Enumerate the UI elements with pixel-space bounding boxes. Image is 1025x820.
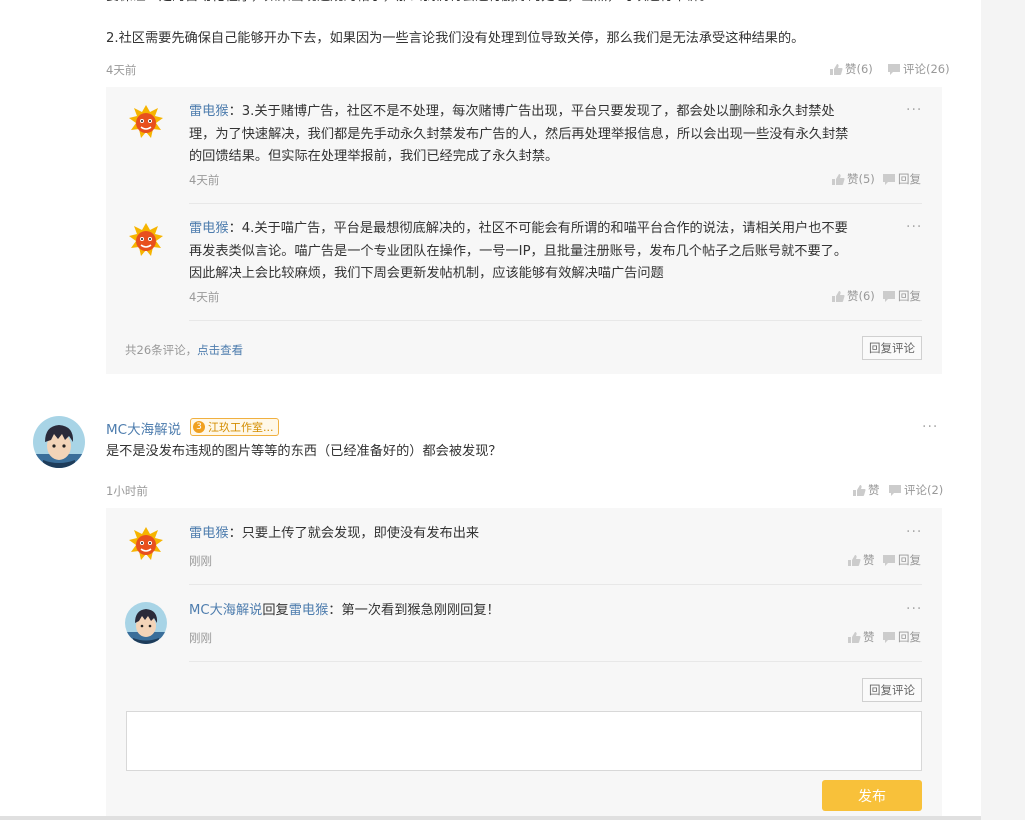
reply-like-button[interactable]: 赞(6) xyxy=(831,288,875,304)
reply-time: 4天前 xyxy=(189,290,220,304)
more-options-icon[interactable]: ··· xyxy=(922,420,938,434)
monkey-avatar-icon xyxy=(125,524,167,566)
comment-like-button[interactable]: 赞 xyxy=(852,482,880,498)
page: 要保证一定的自动化程序，如果出现违规的帖子，那么我们将会进行删除的处理，当然，可… xyxy=(0,0,981,820)
comment-text: 是不是没发布违规的图片等等的东西（已经准备好的）都会被发现？ xyxy=(106,444,502,459)
user-avatar-icon xyxy=(33,416,85,468)
post-like-button[interactable]: 赞(6) xyxy=(829,61,873,77)
post-comment-count: 评论(26) xyxy=(903,62,950,76)
reply-time: 刚刚 xyxy=(189,554,212,568)
comment-icon xyxy=(889,484,901,496)
view-all-link[interactable]: 点击查看 xyxy=(197,343,243,357)
comment-icon xyxy=(888,63,900,75)
comment-icon xyxy=(883,290,895,302)
reply-author-link[interactable]: MC大海解说 xyxy=(189,603,262,618)
reply-author-link[interactable]: 雷电猴 xyxy=(189,526,229,541)
reply-like-button[interactable]: 赞(5) xyxy=(831,171,875,187)
comment-time: 1小时前 xyxy=(106,484,148,498)
reply-like-button[interactable]: 赞 xyxy=(847,629,875,645)
reply-thread xyxy=(106,508,942,820)
thumb-up-icon xyxy=(830,63,843,75)
post-cut-line: 要保证一定的自动化程序，如果出现违规的帖子，那么我们将会进行删除的处理，当然，可… xyxy=(106,0,713,9)
reply-reply-button[interactable]: 回复 xyxy=(882,171,921,187)
comment-icon xyxy=(883,631,895,643)
right-margin xyxy=(981,0,1025,820)
post-comment-button[interactable]: 评论(26) xyxy=(887,61,950,77)
divider xyxy=(189,203,922,204)
comment-author[interactable]: MC大海解说 xyxy=(106,418,181,438)
badge-level: 3 xyxy=(193,421,205,433)
user-avatar-icon xyxy=(125,602,167,644)
post-time: 4天前 xyxy=(106,63,137,77)
reply-text: 雷电猴：4.关于喵广告，平台是最想彻底解决的，社区不可能会有所谓的和喵平台合作的… xyxy=(189,221,848,281)
divider xyxy=(189,661,922,662)
monkey-avatar-icon xyxy=(125,220,167,262)
comment-comment-button[interactable]: 评论(2) xyxy=(888,482,943,498)
thumb-up-icon xyxy=(853,484,866,496)
publish-button[interactable]: 发布 xyxy=(822,780,922,811)
reply-text: 雷电猴：3.关于赌博广告，社区不是不处理，每次赌博广告出现，平台只要发现了，都会… xyxy=(189,104,849,164)
more-options-icon[interactable]: ··· xyxy=(906,602,922,616)
thumb-up-icon xyxy=(832,290,845,302)
reply-time: 4天前 xyxy=(189,173,220,187)
reply-target-link[interactable]: 雷电猴 xyxy=(289,603,329,618)
post-like-count: 赞(6) xyxy=(845,62,873,76)
post-paragraph: 2.社区需要先确保自己能够开办下去，如果因为一些言论我们没有处理到位导致关停，那… xyxy=(106,31,805,46)
thumb-up-icon xyxy=(832,173,845,185)
divider xyxy=(189,584,922,585)
reply-time: 刚刚 xyxy=(189,631,212,645)
thumb-up-icon xyxy=(848,631,861,643)
more-options-icon[interactable]: ··· xyxy=(906,525,922,539)
reply-reply-button[interactable]: 回复 xyxy=(882,629,921,645)
reply-reply-button[interactable]: 回复 xyxy=(882,288,921,304)
total-comments: 共26条评论，点击查看 xyxy=(125,343,244,357)
bottom-strip xyxy=(0,816,981,820)
avatar[interactable] xyxy=(33,416,85,468)
reply-reply-button[interactable]: 回复 xyxy=(882,552,921,568)
studio-badge[interactable]: 3 江玖工作室... xyxy=(190,418,279,436)
monkey-avatar-icon xyxy=(125,102,167,144)
reply-like-button[interactable]: 赞 xyxy=(847,552,875,568)
comment-icon xyxy=(883,554,895,566)
reply-text: MC大海解说回复雷电猴：第一次看到猴急刚刚回复！ xyxy=(189,603,500,618)
reply-text: 雷电猴：只要上传了就会发现，即使没有发布出来 xyxy=(189,526,480,541)
badge-text: 江玖工作室... xyxy=(208,421,274,434)
comment-icon xyxy=(883,173,895,185)
avatar[interactable] xyxy=(125,102,167,144)
divider xyxy=(189,320,922,321)
reply-comment-button[interactable]: 回复评论 xyxy=(862,678,922,702)
more-options-icon[interactable]: ··· xyxy=(906,103,922,117)
thumb-up-icon xyxy=(848,554,861,566)
reply-comment-button[interactable]: 回复评论 xyxy=(862,336,922,360)
reply-author-link[interactable]: 雷电猴 xyxy=(189,104,229,119)
avatar[interactable] xyxy=(125,220,167,262)
more-options-icon[interactable]: ··· xyxy=(906,220,922,234)
avatar[interactable] xyxy=(125,602,167,644)
reply-author-link[interactable]: 雷电猴 xyxy=(189,221,229,236)
avatar[interactable] xyxy=(125,524,167,566)
reply-input[interactable] xyxy=(126,711,922,771)
